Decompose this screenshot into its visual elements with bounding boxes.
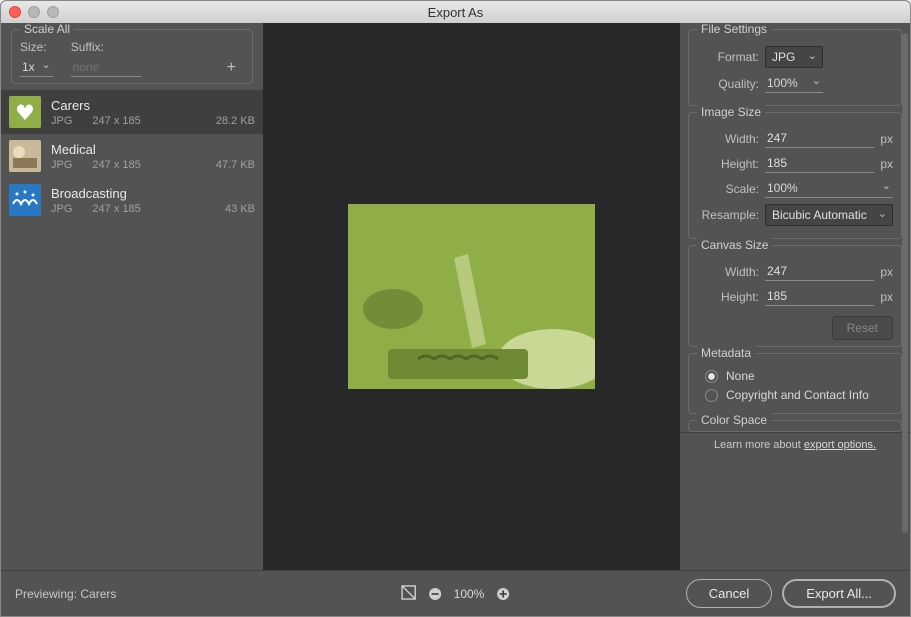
image-size-fieldset: Image Size Width: px Height: px Scale: 1… xyxy=(688,112,902,239)
learn-more-text: Learn more about export options. xyxy=(680,432,910,457)
canvas-height-label: Height: xyxy=(697,290,759,304)
color-space-legend: Color Space xyxy=(697,413,771,427)
footer: Previewing: Carers 100% Cancel Export Al… xyxy=(1,570,910,616)
metadata-legend: Metadata xyxy=(697,346,755,360)
size-label: Size: xyxy=(20,40,53,54)
file-settings-legend: File Settings xyxy=(697,23,771,36)
preview-area xyxy=(263,23,680,570)
asset-format: JPG xyxy=(51,203,72,215)
resample-label: Resample: xyxy=(697,208,759,222)
img-height-label: Height: xyxy=(697,157,759,171)
metadata-contact-label: Copyright and Contact Info xyxy=(726,388,869,402)
image-size-legend: Image Size xyxy=(697,105,765,119)
asset-name: Carers xyxy=(51,98,255,113)
right-panel: File Settings Format: JPG Quality: 100% … xyxy=(680,23,910,570)
quality-dropdown[interactable]: 100% xyxy=(765,74,823,93)
asset-format: JPG xyxy=(51,159,72,171)
suffix-label: Suffix: xyxy=(71,40,141,54)
radio-icon xyxy=(705,389,718,402)
img-width-unit: px xyxy=(880,132,893,146)
asset-name: Broadcasting xyxy=(51,186,255,201)
canvas-size-fieldset: Canvas Size Width: px Height: px Reset xyxy=(688,245,902,347)
asset-row[interactable]: Broadcasting JPG 247 x 185 43 KB xyxy=(1,178,263,222)
color-space-fieldset: Color Space xyxy=(688,420,902,432)
export-options-link[interactable]: export options. xyxy=(804,439,876,451)
asset-dimensions: 247 x 185 xyxy=(92,203,140,215)
format-dropdown[interactable]: JPG xyxy=(765,46,823,68)
suffix-input[interactable] xyxy=(71,58,141,77)
left-panel: Scale All Size: 1x Suffix: + CarersJPG2 xyxy=(1,23,263,570)
minimize-window-button xyxy=(28,6,40,18)
zoom-out-button[interactable] xyxy=(428,587,442,601)
scrollbar[interactable] xyxy=(902,33,908,533)
radio-icon xyxy=(705,370,718,383)
canvas-height-unit: px xyxy=(880,290,893,304)
metadata-fieldset: Metadata None Copyright and Contact Info xyxy=(688,353,902,414)
zoom-window-button xyxy=(47,6,59,18)
metadata-none-label: None xyxy=(726,369,755,383)
crop-icon[interactable] xyxy=(401,585,416,603)
asset-list: Carers JPG 247 x 185 28.2 KB Medical JPG 247 x… xyxy=(1,90,263,570)
canvas-height-input[interactable] xyxy=(765,287,874,306)
format-label: Format: xyxy=(697,50,759,64)
canvas-size-legend: Canvas Size xyxy=(697,238,772,252)
export-all-button[interactable]: Export All... xyxy=(782,579,896,608)
canvas-width-label: Width: xyxy=(697,265,759,279)
img-height-unit: px xyxy=(880,157,893,171)
asset-filesize: 43 KB xyxy=(225,203,255,215)
asset-format: JPG xyxy=(51,115,72,127)
img-scale-label: Scale: xyxy=(697,182,759,196)
img-height-input[interactable] xyxy=(765,154,874,173)
close-window-button[interactable] xyxy=(9,6,21,18)
asset-filesize: 47.7 KB xyxy=(216,159,255,171)
canvas-width-unit: px xyxy=(880,265,893,279)
metadata-contact-radio[interactable]: Copyright and Contact Info xyxy=(705,388,893,402)
img-width-input[interactable] xyxy=(765,129,874,148)
zoom-controls: 100% xyxy=(401,585,511,603)
reset-button[interactable]: Reset xyxy=(832,316,893,340)
asset-thumbnail xyxy=(9,140,41,172)
preview-image xyxy=(348,204,595,389)
img-width-label: Width: xyxy=(697,132,759,146)
previewing-label: Previewing: Carers xyxy=(15,587,116,601)
zoom-value: 100% xyxy=(454,587,485,601)
asset-row[interactable]: Medical JPG 247 x 185 47.7 KB xyxy=(1,134,263,178)
file-settings-fieldset: File Settings Format: JPG Quality: 100% xyxy=(688,29,902,106)
scale-all-fieldset: Scale All Size: 1x Suffix: + xyxy=(11,29,253,84)
cancel-button[interactable]: Cancel xyxy=(686,579,772,608)
asset-dimensions: 247 x 185 xyxy=(92,115,140,127)
canvas-width-input[interactable] xyxy=(765,262,874,281)
quality-label: Quality: xyxy=(697,77,759,91)
asset-thumbnail xyxy=(9,96,41,128)
img-scale-dropdown[interactable]: 100% xyxy=(765,179,893,198)
resample-dropdown[interactable]: Bicubic Automatic xyxy=(765,204,893,226)
asset-name: Medical xyxy=(51,142,255,157)
scale-all-legend: Scale All xyxy=(20,23,74,36)
add-scale-button[interactable]: + xyxy=(227,59,236,77)
asset-thumbnail xyxy=(9,184,41,216)
asset-filesize: 28.2 KB xyxy=(216,115,255,127)
titlebar: Export As xyxy=(1,1,910,23)
export-as-dialog: Export As Scale All Size: 1x Suffix: xyxy=(0,0,911,617)
zoom-in-button[interactable] xyxy=(496,587,510,601)
asset-dimensions: 247 x 185 xyxy=(92,159,140,171)
asset-row[interactable]: Carers JPG 247 x 185 28.2 KB xyxy=(1,90,263,134)
window-title: Export As xyxy=(1,5,910,20)
size-dropdown[interactable]: 1x xyxy=(20,58,53,77)
metadata-none-radio[interactable]: None xyxy=(705,369,893,383)
